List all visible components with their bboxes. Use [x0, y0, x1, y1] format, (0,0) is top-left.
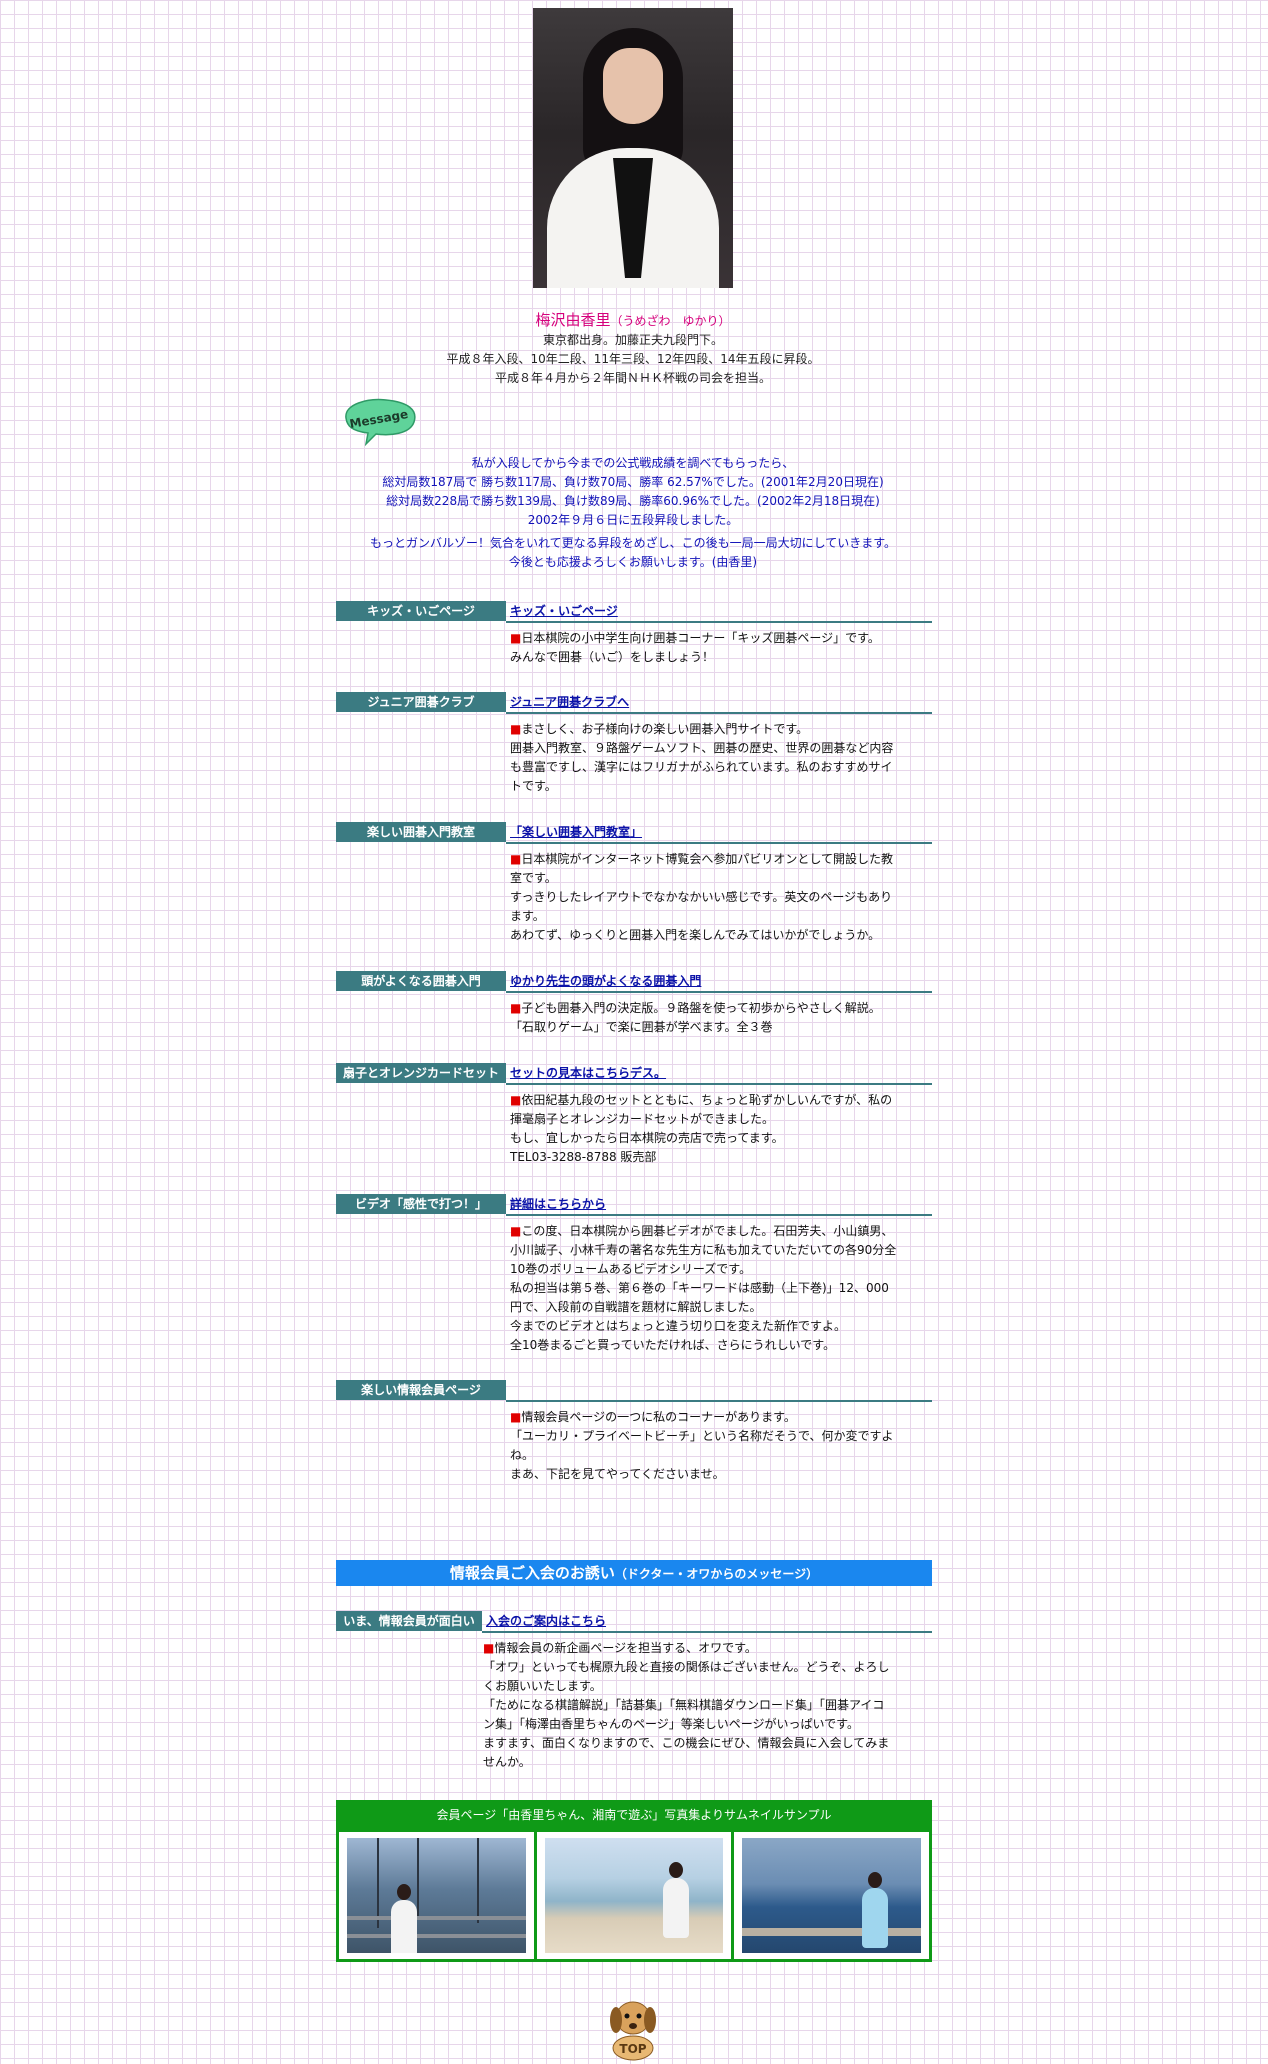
section-description: ■子ども囲碁入門の決定版。９路盤を使って初歩からやさしく解説。 「石取りゲーム」… [510, 1001, 881, 1034]
section-description: ■日本棋院の小中学生向け囲碁コーナー「キッズ囲碁ページ」です。 みんなで囲碁（い… [510, 631, 880, 664]
section-label: 楽しい囲碁入門教室 [336, 822, 506, 842]
message-line: 総対局数228局で勝ち数139局、負け数89局、勝率60.96%でした。(200… [386, 494, 880, 508]
section-label: 楽しい情報会員ページ [336, 1380, 506, 1400]
top-dog-icon[interactable]: TOP [600, 1996, 666, 2062]
section-link-smart-igo[interactable]: ゆかり先生の頭がよくなる囲碁入門 [510, 974, 701, 988]
profile-line: 東京都出身。加藤正夫九段門下。 [542, 333, 723, 347]
section-link-video[interactable]: 詳細はこちらから [510, 1197, 606, 1211]
section-description: ■情報会員ページの一つに私のコーナーがあります。 「ユーカリ・プライベートビーチ… [510, 1410, 894, 1481]
member-invite-banner: 情報会員ご入会のお誘い（ドクター・オワからのメッセージ） [336, 1560, 932, 1586]
section-video: ビデオ「感性で打つ！」 詳細はこちらから ■この度、日本棋院から囲碁ビデオがでま… [336, 1194, 932, 1355]
section-link-area [506, 1380, 932, 1402]
section-label: いま、情報会員が面白い [336, 1611, 482, 1631]
section-description: ■まさしく、お子様向けの楽しい囲碁入門サイトです。 囲碁入門教室、９路盤ゲームソ… [510, 722, 894, 793]
message-block: 私が入段してから今までの公式戦成績を調べてもらったら、 総対局数187局で 勝ち… [333, 454, 933, 572]
profile-photo [533, 8, 733, 288]
bullet-square-icon: ■ [510, 1410, 522, 1424]
gallery-thumbnail[interactable] [339, 1832, 534, 1959]
message-line: 今後とも応援よろしくお願いします。(由香里) [508, 555, 758, 569]
profile-block: 梅沢由香里（うめざわ ゆかり） 東京都出身。加藤正夫九段門下。 平成８年入段、1… [333, 311, 933, 388]
section-description: ■情報会員の新企画ページを担当する、オワです。 「オワ」といっても梶原九段と直接… [483, 1641, 890, 1769]
top-label: TOP [619, 2042, 646, 2056]
section-smart-igo: 頭がよくなる囲碁入門 ゆかり先生の頭がよくなる囲碁入門 ■子ども囲碁入門の決定版… [336, 971, 932, 1037]
page: 梅沢由香里（うめざわ ゆかり） 東京都出身。加藤正夫九段門下。 平成８年入段、1… [0, 0, 1268, 2064]
message-line: 私が入段してから今までの公式戦成績を調べてもらったら、 [471, 456, 795, 470]
bullet-square-icon: ■ [510, 1093, 522, 1107]
section-link-fan-card-set[interactable]: セットの見本はこちらデス。 [510, 1066, 666, 1080]
bullet-square-icon: ■ [510, 722, 522, 736]
section-kids-igo: キッズ・いごページ キッズ・いごページ ■日本棋院の小中学生向け囲碁コーナー「キ… [336, 601, 932, 667]
bullet-square-icon: ■ [483, 1641, 495, 1655]
profile-kana: （うめざわ ゆかり） [610, 314, 731, 328]
profile-line: 平成８年入段、10年二段、11年三段、12年四段、14年五段に昇段。 [446, 352, 820, 366]
seaside-photo [742, 1838, 922, 1953]
message-bubble-icon: Message [345, 398, 416, 446]
section-junior-club: ジュニア囲碁クラブ ジュニア囲碁クラブへ ■まさしく、お子様向けの楽しい囲碁入門… [336, 692, 932, 796]
section-join: いま、情報会員が面白い 入会のご案内はこちら ■情報会員の新企画ページを担当する… [336, 1611, 932, 1772]
profile-name: 梅沢由香里 [535, 311, 611, 329]
banner-subtitle: （ドクター・オワからのメッセージ） [614, 1567, 819, 1581]
section-igo-classroom: 楽しい囲碁入門教室 「楽しい囲碁入門教室」 ■日本棋院がインターネット博覧会へ参… [336, 822, 932, 945]
gallery-title: 会員ページ「由香里ちゃん、湘南で遊ぶ」写真集よりサムネイルサンプル [436, 1808, 832, 1822]
section-link-kids-igo[interactable]: キッズ・いごページ [510, 604, 618, 618]
harbor-photo [347, 1838, 526, 1953]
bullet-square-icon: ■ [510, 852, 522, 866]
gallery-thumbnail[interactable] [734, 1832, 930, 1959]
section-link-junior-club[interactable]: ジュニア囲碁クラブへ [510, 695, 629, 709]
join-info-link[interactable]: 入会のご案内はこちら [486, 1614, 606, 1628]
section-description: ■依田紀基九段のセットとともに、ちょっと恥ずかしいんですが、私の 揮毫扇子とオレ… [510, 1093, 893, 1164]
message-line: もっとガンバルゾー！気合をいれて更なる昇段をめざし、この後も一局一局大切にしてい… [369, 536, 897, 550]
profile-line: 平成８年４月から２年間ＮＨＫ杯戦の司会を担当。 [494, 371, 771, 385]
section-label: ジュニア囲碁クラブ [336, 692, 506, 712]
message-line: 2002年９月６日に五段昇段しました。 [527, 513, 739, 527]
section-label: 頭がよくなる囲碁入門 [336, 971, 506, 991]
beach-photo [544, 1838, 724, 1953]
section-label: 扇子とオレンジカードセット [336, 1063, 506, 1083]
message-line: 総対局数187局で 勝ち数117局、負け数70局、勝率 62.57%でした。(2… [382, 475, 884, 489]
bullet-square-icon: ■ [510, 1224, 522, 1238]
section-description: ■日本棋院がインターネット博覧会へ参加パビリオンとして開設した教 室です。 すっ… [510, 852, 893, 942]
section-label: ビデオ「感性で打つ！」 [336, 1194, 506, 1214]
section-fan-card-set: 扇子とオレンジカードセット セットの見本はこちらデス。 ■依田紀基九段のセットと… [336, 1063, 932, 1167]
section-description: ■この度、日本棋院から囲碁ビデオがでました。石田芳夫、小山鎮男、 小川誠子、小林… [510, 1224, 897, 1352]
photo-gallery: 会員ページ「由香里ちゃん、湘南で遊ぶ」写真集よりサムネイルサンプル [336, 1800, 932, 1962]
gallery-thumbnail[interactable] [536, 1832, 732, 1959]
bullet-square-icon: ■ [510, 1001, 522, 1015]
section-member-page: 楽しい情報会員ページ ■情報会員ページの一つに私のコーナーがあります。 「ユーカ… [336, 1380, 932, 1484]
section-link-igo-classroom[interactable]: 「楽しい囲碁入門教室」 [510, 825, 642, 839]
banner-title: 情報会員ご入会のお誘い [449, 1564, 615, 1582]
section-label: キッズ・いごページ [336, 601, 506, 621]
bullet-square-icon: ■ [510, 631, 522, 645]
